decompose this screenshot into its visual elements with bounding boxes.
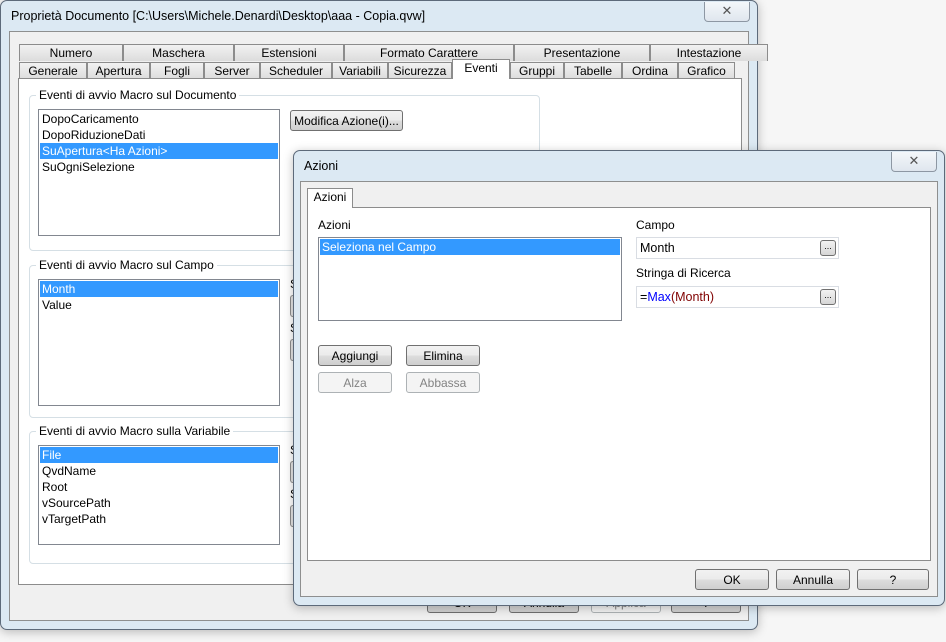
list-item-selected[interactable]: Seleziona nel Campo xyxy=(320,239,620,255)
list-item[interactable]: DopoRiduzioneDati xyxy=(40,127,278,143)
tab-estensioni[interactable]: Estensioni xyxy=(234,44,344,61)
tab-server[interactable]: Server xyxy=(204,62,260,79)
close-icon: ✕ xyxy=(908,153,920,168)
actions-dialog: Azioni ✕ Azioni Azioni Seleziona nel Cam… xyxy=(293,150,945,606)
field-value: Month xyxy=(640,241,675,255)
list-item-selected[interactable]: SuApertura<Ha Azioni> xyxy=(40,143,278,159)
expr-close-paren: ) xyxy=(709,290,715,304)
actions-list[interactable]: Seleziona nel Campo xyxy=(318,237,622,321)
tab-panel-azioni: Azioni Seleziona nel Campo Campo Month .… xyxy=(307,207,931,561)
list-item[interactable]: Root xyxy=(40,479,278,495)
tab-numero[interactable]: Numero xyxy=(19,44,123,61)
tab-eventi[interactable]: Eventi xyxy=(452,59,510,79)
expr-argument: Month xyxy=(675,290,710,304)
tab-maschera[interactable]: Maschera xyxy=(123,44,234,61)
list-item[interactable]: Value xyxy=(40,297,278,313)
list-item[interactable]: SuOgniSelezione xyxy=(40,159,278,175)
actions-label: Azioni xyxy=(318,218,351,232)
add-action-button[interactable]: Aggiungi xyxy=(318,345,392,366)
tab-fogli[interactable]: Fogli xyxy=(150,62,204,79)
edit-actions-button[interactable]: Modifica Azione(i)... xyxy=(290,110,403,131)
dialog-close-button[interactable]: ✕ xyxy=(891,152,937,172)
list-item[interactable]: vTargetPath xyxy=(40,511,278,527)
list-item-selected[interactable]: File xyxy=(40,447,278,463)
tab-variabili[interactable]: Variabili xyxy=(332,62,388,79)
list-item[interactable]: vSourcePath xyxy=(40,495,278,511)
tab-gruppi[interactable]: Gruppi xyxy=(510,62,564,79)
variable-events-list[interactable]: File QvdName Root vSourcePath vTargetPat… xyxy=(38,445,280,545)
list-item[interactable]: QvdName xyxy=(40,463,278,479)
field-events-list[interactable]: Month Value xyxy=(38,279,280,406)
tab-generale[interactable]: Generale xyxy=(19,62,87,79)
variable-events-label: Eventi di avvio Macro sulla Variabile xyxy=(36,424,234,438)
search-string-input[interactable]: =Max(Month) ... xyxy=(636,286,839,308)
dialog-ok-button[interactable]: OK xyxy=(695,569,769,590)
close-icon: ✕ xyxy=(721,3,733,18)
dialog-help-button[interactable]: ? xyxy=(857,569,929,590)
search-string-label: Stringa di Ricerca xyxy=(636,266,731,280)
close-button[interactable]: ✕ xyxy=(704,2,750,22)
move-up-button[interactable]: Alza xyxy=(318,372,392,393)
tab-ordina[interactable]: Ordina xyxy=(622,62,678,79)
tab-presentazione[interactable]: Presentazione xyxy=(514,44,650,61)
browse-field-button[interactable]: ... xyxy=(820,240,836,256)
field-events-label: Eventi di avvio Macro sul Campo xyxy=(36,258,217,272)
document-events-list[interactable]: DopoCaricamento DopoRiduzioneDati SuAper… xyxy=(38,109,280,236)
field-input[interactable]: Month ... xyxy=(636,237,839,259)
dialog-cancel-button[interactable]: Annulla xyxy=(776,569,850,590)
list-item[interactable]: DopoCaricamento xyxy=(40,111,278,127)
list-item-selected[interactable]: Month xyxy=(40,281,278,297)
tab-scheduler[interactable]: Scheduler xyxy=(260,62,332,79)
tab-tabelle[interactable]: Tabelle xyxy=(564,62,622,79)
window-title: Proprietà Documento [C:\Users\Michele.De… xyxy=(11,9,426,23)
move-down-button[interactable]: Abbassa xyxy=(406,372,480,393)
tab-sicurezza[interactable]: Sicurezza xyxy=(388,62,452,79)
dialog-title: Azioni xyxy=(304,159,339,173)
tab-apertura[interactable]: Apertura xyxy=(87,62,150,79)
tab-grafico[interactable]: Grafico xyxy=(678,62,735,79)
expr-function: Max xyxy=(647,290,671,304)
browse-search-button[interactable]: ... xyxy=(820,289,836,305)
dialog-client: Azioni Azioni Seleziona nel Campo Campo … xyxy=(300,181,938,597)
tab-azioni[interactable]: Azioni xyxy=(307,188,353,208)
tab-intestazione[interactable]: Intestazione xyxy=(650,44,768,61)
search-string-value: =Max(Month) xyxy=(640,290,714,304)
delete-action-button[interactable]: Elimina xyxy=(406,345,480,366)
document-events-label: Eventi di avvio Macro sul Documento xyxy=(36,88,240,102)
field-label: Campo xyxy=(636,218,675,232)
